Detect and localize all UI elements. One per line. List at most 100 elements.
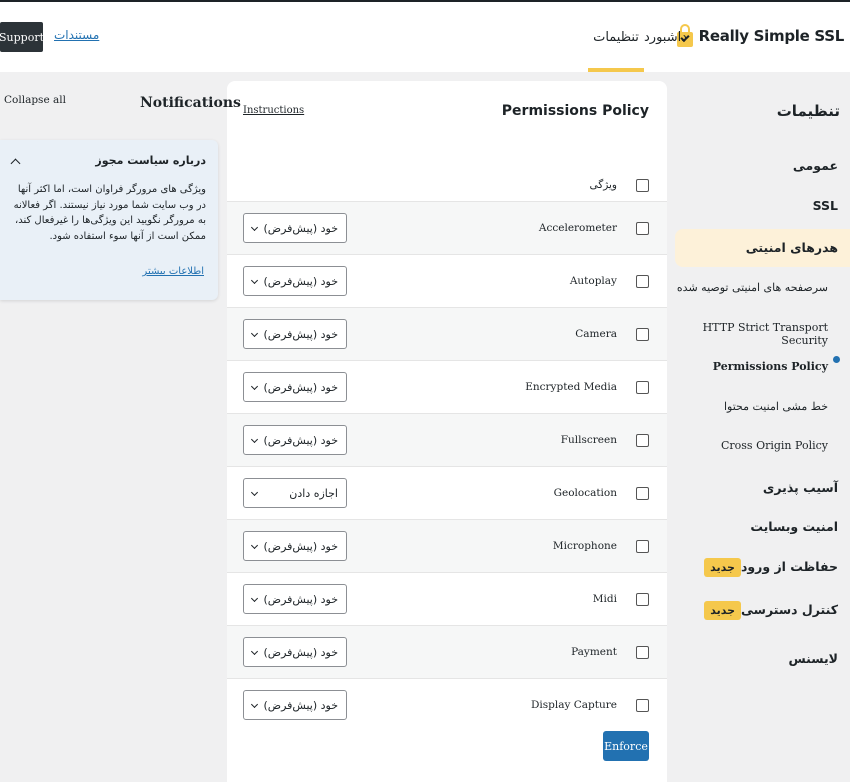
permissions-policy-panel: Permissions Policy Instructions ویژگی Ac… [227,81,667,782]
active-dot-icon [833,356,840,363]
table-row: Fullscreen خود (پیش‌فرض) [227,413,667,466]
chevron-down-icon [250,541,259,550]
sidebar-item-ssl[interactable]: SSL [674,198,850,213]
sidebar-subitem-recommended-headers[interactable]: سرصفحه های امنیتی توصیه شده [674,281,850,294]
chevron-down-icon [250,329,259,338]
table-row: Display Capture خود (پیش‌فرض) [227,678,667,731]
policy-select[interactable]: خود (پیش‌فرض) [243,584,347,614]
feature-name: Fullscreen [560,434,617,446]
feature-name: Autoplay [569,275,617,287]
select-value: خود (پیش‌فرض) [263,274,339,288]
table-row: Microphone خود (پیش‌فرض) [227,519,667,572]
chevron-up-icon[interactable] [10,158,21,169]
policy-select[interactable]: خود (پیش‌فرض) [243,213,347,243]
collapse-all-button[interactable]: Collapse all [4,94,66,106]
policy-select[interactable]: خود (پیش‌فرض) [243,690,347,720]
chevron-down-icon [250,382,259,391]
sidebar-item-label: حفاظت از ورود [740,559,838,574]
policy-select[interactable]: خود (پیش‌فرض) [243,372,347,402]
chevron-down-icon [250,488,259,497]
select-value: خود (پیش‌فرض) [263,645,339,659]
select-value: خود (پیش‌فرض) [263,380,339,394]
table-row: Midi خود (پیش‌فرض) [227,572,667,625]
new-badge: جدید [704,558,741,577]
row-checkbox[interactable] [636,540,649,553]
sidebar-item-login-protection[interactable]: جدید حفاظت از ورود [674,558,850,577]
row-checkbox[interactable] [636,699,649,712]
sidebar-item-hardening[interactable]: امنیت وبسایت [674,519,850,534]
select-value: خود (پیش‌فرض) [263,698,339,712]
select-value: خود (پیش‌فرض) [263,592,339,606]
row-checkbox[interactable] [636,328,649,341]
sidebar-item-label: کنترل دسترسی [741,602,838,617]
feature-name: Encrypted Media [525,381,617,393]
sidebar-subitem-csp[interactable]: خط مشی امنیت محتوا [674,400,850,413]
logo[interactable]: Really Simple SSL [676,24,845,48]
select-all-checkbox[interactable] [636,179,649,192]
notifications-title: Notifications [140,95,241,111]
documentation-link[interactable]: مستندات [54,28,99,42]
row-checkbox[interactable] [636,275,649,288]
sidebar-subitem-permissions-policy[interactable]: Permissions Policy [674,360,850,373]
notification-card: درباره سیاست مجوز ویژگی های مرورگر فراوا… [0,140,218,300]
sidebar-item-license[interactable]: لایسنس [674,651,850,666]
active-tab-indicator [588,68,644,72]
feature-name: Camera [575,328,617,340]
nav-dashboard[interactable]: داشبورد [644,2,687,72]
feature-name: Microphone [552,540,617,552]
logo-text: Really Simple SSL [698,27,845,45]
settings-sidebar: تنظیمات عمومی SSL هدرهای امنیتی سرصفحه ه… [674,72,850,782]
feature-name: Display Capture [530,699,617,711]
sidebar-title: تنظیمات [776,102,840,120]
panel-title: Permissions Policy [501,103,649,119]
sidebar-subitem-cross-origin[interactable]: Cross Origin Policy [674,439,850,452]
sidebar-subitem-hsts[interactable]: HTTP Strict Transport Security [674,321,850,347]
more-info-link[interactable]: اطلاعات بیشتر [0,266,204,277]
chevron-down-icon [250,647,259,656]
support-button[interactable]: Support [0,22,44,52]
sidebar-item-general[interactable]: عمومی [674,158,850,173]
policy-select[interactable]: خود (پیش‌فرض) [243,266,347,296]
select-value: خود (پیش‌فرض) [263,539,339,553]
header-bar: Really Simple SSL داشبورد تنظیمات مستندا… [0,2,850,72]
sidebar-item-security-headers[interactable]: هدرهای امنیتی [675,229,850,267]
table-row: Autoplay خود (پیش‌فرض) [227,254,667,307]
table-row: Camera خود (پیش‌فرض) [227,307,667,360]
table-row: Accelerometer خود (پیش‌فرض) [227,201,667,254]
row-checkbox[interactable] [636,487,649,500]
nav-settings-label: تنظیمات [593,29,639,45]
row-checkbox[interactable] [636,434,649,447]
policy-select[interactable]: اجازه دادن [243,478,347,508]
chevron-down-icon [250,435,259,444]
chevron-down-icon [250,223,259,232]
nav-settings[interactable]: تنظیمات [588,2,644,72]
select-value: اجازه دادن [289,486,338,500]
chevron-down-icon [250,276,259,285]
column-header-feature: ویژگی [589,179,617,191]
feature-name: Geolocation [553,487,617,499]
feature-name: Payment [571,646,617,658]
select-value: خود (پیش‌فرض) [263,327,339,341]
policy-select[interactable]: خود (پیش‌فرض) [243,319,347,349]
notification-title: درباره سیاست مجوز [95,154,206,167]
row-checkbox[interactable] [636,381,649,394]
notification-body: ویژگی های مرورگر فراوان است، اما اکثر آن… [13,184,206,242]
enforce-button[interactable]: Enforce [603,731,649,761]
policy-select[interactable]: خود (پیش‌فرض) [243,637,347,667]
table-row: Encrypted Media خود (پیش‌فرض) [227,360,667,413]
instructions-link[interactable]: Instructions [243,105,304,116]
feature-name: Midi [592,593,617,605]
policy-select[interactable]: خود (پیش‌فرض) [243,531,347,561]
sidebar-item-access-control[interactable]: جدید کنترل دسترسی [674,601,850,620]
sidebar-item-vulnerabilities[interactable]: آسیب پذیری [674,480,850,495]
row-checkbox[interactable] [636,222,649,235]
row-checkbox[interactable] [636,646,649,659]
chevron-down-icon [250,700,259,709]
row-checkbox[interactable] [636,593,649,606]
table-row: Geolocation اجازه دادن [227,466,667,519]
table-header: ویژگی [227,173,667,200]
chevron-down-icon [250,594,259,603]
select-value: خود (پیش‌فرض) [263,221,339,235]
table-row: Payment خود (پیش‌فرض) [227,625,667,678]
policy-select[interactable]: خود (پیش‌فرض) [243,425,347,455]
